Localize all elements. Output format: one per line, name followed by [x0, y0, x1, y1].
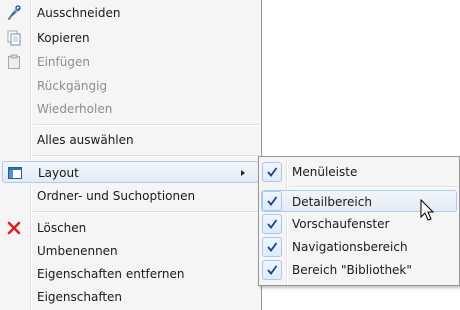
- menu-item-folder-options[interactable]: Ordner- und Suchoptionen: [0, 185, 261, 207]
- submenu-item-label: Detailbereich: [292, 195, 372, 209]
- menu-item-label: Wiederholen: [37, 102, 113, 116]
- submenu-separator: [289, 186, 457, 188]
- menu-item-delete[interactable]: Löschen: [0, 217, 261, 239]
- menu-item-label: Alles auswählen: [37, 133, 134, 147]
- paste-icon: [6, 54, 22, 70]
- checkmark-icon: [262, 191, 282, 211]
- submenu-item-navigation-pane[interactable]: Navigationsbereich: [261, 236, 457, 258]
- menu-item-remove-properties[interactable]: Eigenschaften entfernen: [0, 263, 261, 285]
- checkmark-icon: [262, 162, 282, 182]
- submenu-item-label: Menüleiste: [292, 165, 358, 179]
- submenu-item-label: Navigationsbereich: [292, 240, 408, 254]
- context-menu: Ausschneiden Kopieren Einfügen Rückgängi…: [0, 0, 262, 310]
- mouse-pointer-icon: [420, 198, 436, 226]
- submenu-item-menu-bar[interactable]: Menüleiste: [261, 161, 457, 183]
- menu-item-copy[interactable]: Kopieren: [0, 27, 261, 49]
- menu-item-undo[interactable]: Rückgängig: [0, 75, 261, 97]
- menu-item-label: Ausschneiden: [37, 6, 121, 20]
- menu-item-label: Ordner- und Suchoptionen: [37, 189, 196, 203]
- menu-item-select-all[interactable]: Alles auswählen: [0, 129, 261, 151]
- menu-separator: [33, 211, 259, 213]
- copy-icon: [6, 30, 22, 46]
- menu-item-label: Kopieren: [37, 31, 90, 45]
- menu-item-cut[interactable]: Ausschneiden: [0, 2, 261, 24]
- menu-separator: [33, 155, 259, 157]
- menu-item-properties[interactable]: Eigenschaften: [0, 286, 261, 308]
- menu-item-label: Eigenschaften entfernen: [37, 267, 185, 281]
- submenu-arrow-icon: [241, 170, 245, 176]
- submenu-item-label: Bereich "Bibliothek": [292, 263, 412, 277]
- checkmark-icon: [262, 237, 282, 257]
- menu-item-layout[interactable]: Layout: [2, 161, 259, 183]
- submenu-item-library-pane[interactable]: Bereich "Bibliothek": [261, 259, 457, 281]
- submenu-item-label: Vorschaufenster: [292, 217, 390, 231]
- menu-item-redo[interactable]: Wiederholen: [0, 98, 261, 120]
- checkmark-icon: [262, 260, 282, 280]
- checkmark-icon: [262, 214, 282, 234]
- menu-item-label: Rückgängig: [37, 79, 108, 93]
- menu-item-paste[interactable]: Einfügen: [0, 51, 261, 73]
- menu-item-label: Eigenschaften: [37, 290, 123, 304]
- layout-icon: [7, 165, 23, 181]
- scissors-icon: [6, 5, 22, 21]
- menu-item-label: Einfügen: [37, 55, 90, 69]
- delete-x-icon: [6, 220, 22, 236]
- menu-item-label: Löschen: [37, 221, 87, 235]
- menu-item-label: Umbenennen: [37, 244, 118, 258]
- menu-separator: [33, 124, 259, 126]
- menu-item-label: Layout: [38, 166, 79, 180]
- menu-item-rename[interactable]: Umbenennen: [0, 240, 261, 262]
